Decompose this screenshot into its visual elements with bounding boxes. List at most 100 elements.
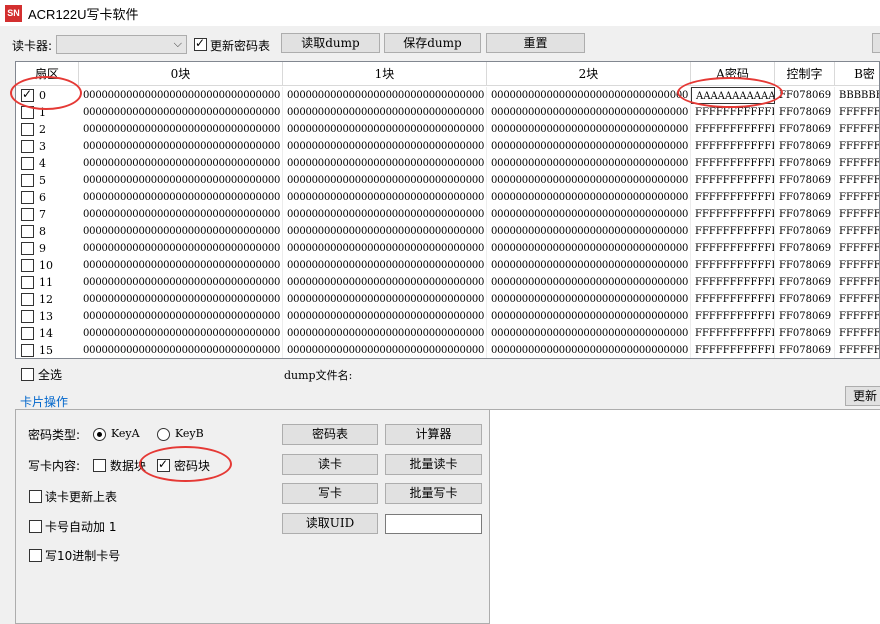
read-card-button[interactable]: 读卡 <box>282 454 378 475</box>
cell-block1[interactable]: 00000000000000000000000000000000 <box>283 121 487 138</box>
read-update-table-checkbox[interactable] <box>29 490 42 503</box>
sector-checkbox[interactable] <box>21 310 34 323</box>
cell-block2[interactable]: 00000000000000000000000000000000 <box>487 274 691 291</box>
save-dump-button[interactable]: 保存dump <box>384 33 481 53</box>
reader-select[interactable]: ⌵ <box>56 35 187 54</box>
cell-block1[interactable]: 00000000000000000000000000000000 <box>283 257 487 274</box>
sector-checkbox[interactable] <box>21 140 34 153</box>
cell-control[interactable]: FF078069 <box>775 155 835 172</box>
sector-checkbox[interactable] <box>21 106 34 119</box>
cell-control[interactable]: FF078069 <box>775 138 835 155</box>
cell-control[interactable]: FF078069 <box>775 342 835 358</box>
cell-block2[interactable]: 00000000000000000000000000000000 <box>487 121 691 138</box>
auto-increment-checkbox[interactable] <box>29 520 42 533</box>
table-row[interactable]: 14 00000000000000000000000000000000 000000… <box>16 325 879 342</box>
cell-block2[interactable]: 00000000000000000000000000000000 <box>487 172 691 189</box>
cell-block1[interactable]: 00000000000000000000000000000000 <box>283 104 487 121</box>
cell-block1[interactable]: 00000000000000000000000000000000 <box>283 325 487 342</box>
sector-checkbox[interactable] <box>21 123 34 136</box>
cell-key-a[interactable]: FFFFFFFFFFFF <box>691 138 775 155</box>
select-all-checkbox[interactable] <box>21 368 34 381</box>
cell-block0[interactable]: 00000000000000000000000000000000 <box>79 104 283 121</box>
cell-block0[interactable]: 00000000000000000000000000000000 <box>79 325 283 342</box>
table-row[interactable]: 8 00000000000000000000000000000000 0000000… <box>16 223 879 240</box>
cell-block1[interactable]: 00000000000000000000000000000000 <box>283 189 487 206</box>
sector-checkbox[interactable] <box>21 208 34 221</box>
cell-key-b[interactable]: FFFFFFFF <box>835 274 879 291</box>
sector-checkbox[interactable] <box>21 174 34 187</box>
cell-block2[interactable]: 00000000000000000000000000000000 <box>487 104 691 121</box>
table-row[interactable]: 1000000000000000000000000000000000000000… <box>16 104 879 121</box>
cell-key-b[interactable]: FFFFFFFF <box>835 172 879 189</box>
key-block-checkbox[interactable] <box>157 457 170 472</box>
cell-block2[interactable]: 00000000000000000000000000000000 <box>487 87 691 104</box>
cell-key-a[interactable]: FFFFFFFFFFFF <box>691 206 775 223</box>
table-row[interactable]: 1000000000000000000000000000000000000000… <box>16 257 879 274</box>
cell-key-a[interactable]: FFFFFFFFFFFF <box>691 189 775 206</box>
table-row[interactable]: 0000000000000000000000000000000000000000… <box>16 87 879 104</box>
cell-block1[interactable]: 00000000000000000000000000000000 <box>283 342 487 358</box>
cell-block0[interactable]: 00000000000000000000000000000000 <box>79 172 283 189</box>
cell-control[interactable]: FF078069 <box>775 240 835 257</box>
table-row[interactable]: 7 00000000000000000000000000000000 0000000… <box>16 206 879 223</box>
sector-checkbox[interactable] <box>21 87 34 102</box>
cell-control[interactable]: FF078069 <box>775 172 835 189</box>
key-a-radio[interactable] <box>93 428 106 441</box>
data-block-checkbox[interactable] <box>93 459 106 472</box>
cell-key-b[interactable]: FFFFFFFF <box>835 291 879 308</box>
cell-block1[interactable]: 00000000000000000000000000000000 <box>283 274 487 291</box>
cell-control[interactable]: FF078069 <box>775 274 835 291</box>
cell-block0[interactable]: 00000000000000000000000000000000 <box>79 87 283 104</box>
update-key-table-checkbox[interactable] <box>194 36 207 51</box>
batch-write-button[interactable]: 批量写卡 <box>385 483 482 504</box>
cell-key-b[interactable]: FFFFFFFF <box>835 325 879 342</box>
cell-key-b[interactable]: FFFFFFFF <box>835 104 879 121</box>
cell-key-b[interactable]: FFFFFFFF <box>835 189 879 206</box>
sector-checkbox[interactable] <box>21 327 34 340</box>
sector-checkbox[interactable] <box>21 344 34 357</box>
cell-key-b[interactable]: FFFFFFFF <box>835 308 879 325</box>
cell-block2[interactable]: 00000000000000000000000000000000 <box>487 206 691 223</box>
cell-key-a[interactable]: FFFFFFFFFFFF <box>691 172 775 189</box>
cell-key-a[interactable]: AAAAAAAAAAAA <box>691 87 775 104</box>
cell-key-a[interactable]: FFFFFFFFFFFF <box>691 342 775 358</box>
cell-key-b[interactable]: FFFFFFFF <box>835 257 879 274</box>
cell-control[interactable]: FF078069 <box>775 87 835 104</box>
cell-block0[interactable]: 00000000000000000000000000000000 <box>79 138 283 155</box>
cell-key-a[interactable]: FFFFFFFFFFFF <box>691 240 775 257</box>
cell-block1[interactable]: 00000000000000000000000000000000 <box>283 155 487 172</box>
cell-key-b[interactable]: BBBBBBBB <box>835 87 879 104</box>
cell-block2[interactable]: 00000000000000000000000000000000 <box>487 138 691 155</box>
cell-control[interactable]: FF078069 <box>775 104 835 121</box>
cell-control[interactable]: FF078069 <box>775 206 835 223</box>
table-row[interactable]: 12 00000000000000000000000000000000 000000… <box>16 291 879 308</box>
key-table-button[interactable]: 密码表 <box>282 424 378 445</box>
cell-key-b[interactable]: FFFFFFFF <box>835 206 879 223</box>
cell-block2[interactable]: 00000000000000000000000000000000 <box>487 308 691 325</box>
sector-checkbox[interactable] <box>21 157 34 170</box>
cell-key-a[interactable]: FFFFFFFFFFFF <box>691 257 775 274</box>
sector-checkbox[interactable] <box>21 225 34 238</box>
table-row[interactable]: 13 00000000000000000000000000000000 000000… <box>16 308 879 325</box>
sector-checkbox[interactable] <box>21 242 34 255</box>
calculator-button[interactable]: 计算器 <box>385 424 482 445</box>
cell-block0[interactable]: 00000000000000000000000000000000 <box>79 291 283 308</box>
sector-checkbox[interactable] <box>21 259 34 272</box>
cell-block2[interactable]: 00000000000000000000000000000000 <box>487 342 691 358</box>
table-row[interactable]: 6 00000000000000000000000000000000 0000000… <box>16 189 879 206</box>
cell-key-b[interactable]: FFFFFFFF <box>835 223 879 240</box>
cell-key-a[interactable]: FFFFFFFFFFFF <box>691 291 775 308</box>
cell-block0[interactable]: 00000000000000000000000000000000 <box>79 121 283 138</box>
cell-key-a[interactable]: FFFFFFFFFFFF <box>691 104 775 121</box>
write-card-button[interactable]: 写卡 <box>282 483 378 504</box>
cell-block0[interactable]: 00000000000000000000000000000000 <box>79 274 283 291</box>
cell-block2[interactable]: 00000000000000000000000000000000 <box>487 257 691 274</box>
cell-key-b[interactable]: FFFFFFFF <box>835 240 879 257</box>
cell-block2[interactable]: 00000000000000000000000000000000 <box>487 291 691 308</box>
cell-block1[interactable]: 00000000000000000000000000000000 <box>283 87 487 104</box>
cell-key-b[interactable]: FFFFFFFF <box>835 342 879 358</box>
cell-block2[interactable]: 00000000000000000000000000000000 <box>487 189 691 206</box>
cell-block1[interactable]: 00000000000000000000000000000000 <box>283 172 487 189</box>
cell-key-a[interactable]: FFFFFFFFFFFF <box>691 155 775 172</box>
table-row[interactable]: 11 00000000000000000000000000000000 000000… <box>16 274 879 291</box>
